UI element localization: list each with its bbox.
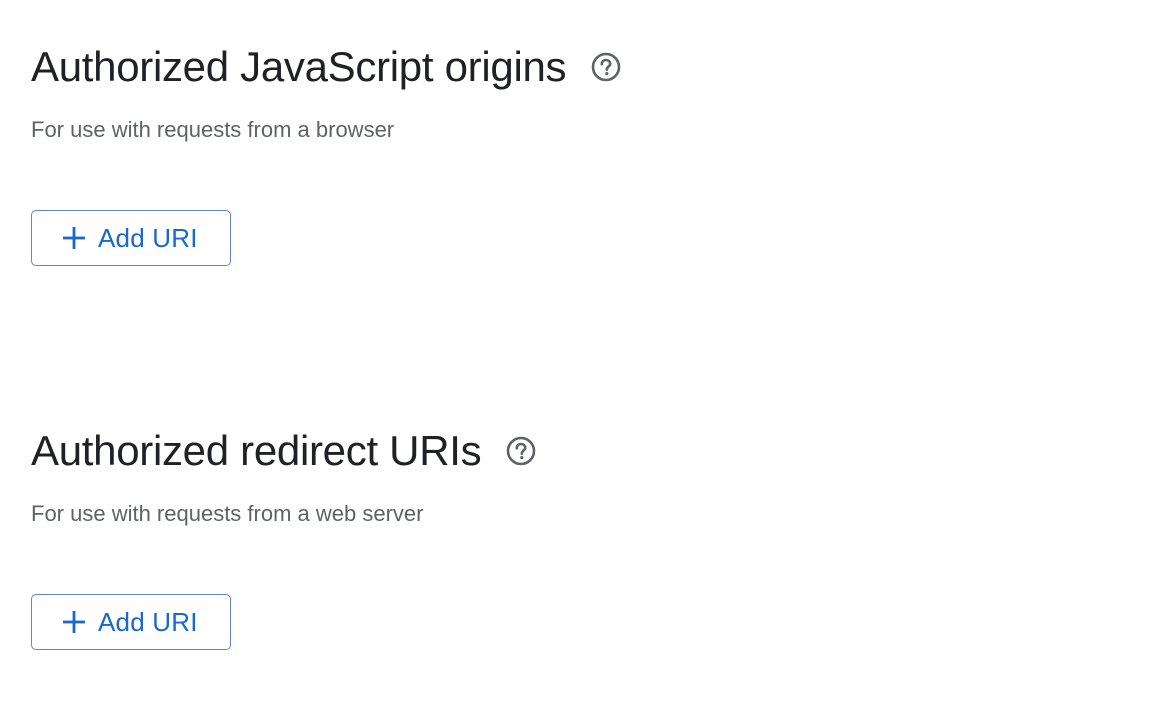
help-circle-icon-svg xyxy=(507,436,536,466)
plus-icon xyxy=(61,609,87,635)
add-uri-label: Add URI xyxy=(98,223,198,253)
add-javascript-origin-uri-button[interactable]: Add URI xyxy=(31,210,231,266)
javascript-origins-subtitle: For use with requests from a browser xyxy=(31,117,395,142)
javascript-origins-heading-row: Authorized JavaScript origins xyxy=(31,40,622,94)
redirect-uris-heading-row: Authorized redirect URIs xyxy=(31,424,537,478)
oauth-client-uri-settings: Authorized JavaScript origins For use wi… xyxy=(0,0,1150,708)
plus-icon xyxy=(61,225,87,251)
plus-icon-svg xyxy=(63,227,85,249)
help-circle-icon-svg xyxy=(591,52,621,82)
redirect-uris-title: Authorized redirect URIs xyxy=(31,427,482,474)
help-circle-icon[interactable] xyxy=(505,435,537,467)
javascript-origins-section: Authorized JavaScript origins For use wi… xyxy=(31,40,622,266)
javascript-origins-title: Authorized JavaScript origins xyxy=(31,43,567,90)
help-circle-icon[interactable] xyxy=(590,51,622,83)
plus-icon-svg xyxy=(63,611,85,633)
redirect-uris-section: Authorized redirect URIs For use with re… xyxy=(31,424,537,650)
add-uri-label: Add URI xyxy=(98,607,198,637)
redirect-uris-subtitle: For use with requests from a web server xyxy=(31,501,424,526)
add-redirect-uri-button[interactable]: Add URI xyxy=(31,594,231,650)
